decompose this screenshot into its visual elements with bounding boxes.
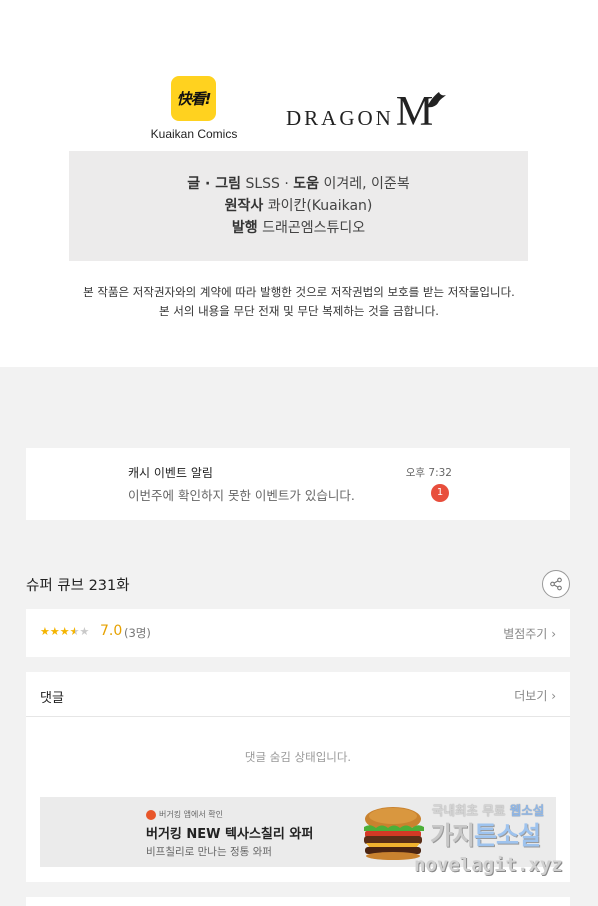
credit-assist-value: 이겨레, 이준복 (323, 176, 410, 192)
credit-writer: 글 · 그림 SLSS · 도움 이겨레, 이준복 (69, 173, 528, 195)
watermark-line-2: 가지튼소설 (430, 816, 541, 852)
comments-more-button[interactable]: 더보기 › (514, 687, 556, 704)
watermark-line-2-highlight: 튼소설 (474, 821, 541, 850)
credit-writer-value: SLSS (245, 176, 280, 192)
rating-score: 7.0 (100, 623, 123, 639)
comments-more-label: 더보기 (514, 689, 548, 703)
star-empty-icon: ★ (79, 625, 90, 638)
next-card (26, 897, 570, 906)
credit-writer-label: 글 · 그림 (187, 176, 242, 192)
credit-publisher: 발행 드래곤엠스튜디오 (69, 217, 528, 239)
chevron-right-icon: › (551, 689, 556, 703)
ad-source-label: 버거킹 앱에서 확인 (159, 810, 223, 819)
credit-publisher-label: 발행 (231, 220, 258, 236)
credit-original: 원작사 콰이칸(Kuaikan) (69, 195, 528, 217)
dragon-silhouette-icon (427, 92, 447, 108)
share-button[interactable] (542, 570, 570, 598)
credit-original-value: 콰이칸(Kuaikan) (267, 198, 373, 214)
notification-message: 이번주에 확인하지 못한 이벤트가 있습니다. (128, 488, 355, 503)
credits-section: 快看! Kuaikan Comics DRAGON M 글 · 그림 SLSS … (0, 0, 598, 367)
credit-assist-label: 도움 (293, 176, 320, 192)
credit-box: 글 · 그림 SLSS · 도움 이겨레, 이준복 원작사 콰이칸(Kuaika… (69, 151, 528, 261)
comments-hidden-message: 댓글 숨김 상태입니다. (244, 750, 352, 764)
rating-count: (3명) (124, 626, 151, 640)
episode-title: 슈퍼 큐브 231화 (26, 578, 130, 594)
ad-source: 버거킹 앱에서 확인 (146, 809, 223, 820)
dragon-logo-m: M (396, 91, 447, 133)
kuaikan-name: Kuaikan Comics (150, 127, 238, 141)
ad-title: 버거킹 NEW 텍사스칠리 와퍼 (146, 827, 314, 842)
star-full-icon: ★ (59, 625, 70, 638)
watermark-line-2-prefix: 가지 (430, 821, 475, 850)
credit-original-label: 원작사 (224, 198, 264, 214)
kuaikan-logo: 快看! (171, 76, 216, 121)
star-half-icon: ★ (69, 625, 80, 638)
notification-badge: 1 (431, 484, 449, 502)
credit-separator: · (279, 176, 294, 192)
watermark-line-3: novelagit.xyz (414, 854, 563, 876)
comments-title: 댓글 (40, 691, 64, 706)
rate-button-label: 별점주기 (503, 627, 548, 641)
comments-header: 댓글 더보기 › (26, 672, 570, 717)
rate-button[interactable]: 별점주기 › (503, 625, 556, 642)
kuaikan-logo-mark: 快看! (176, 90, 212, 108)
copyright-line-1: 본 작품은 저작권자와의 계약에 따라 발행한 것으로 저작권법의 보호를 받는… (83, 285, 515, 299)
copyright-notice: 본 작품은 저작권자와의 계약에 따라 발행한 것으로 저작권법의 보호를 받는… (0, 283, 598, 321)
notification-title: 캐시 이벤트 알림 (128, 466, 213, 480)
burger-king-logo-icon (146, 809, 156, 820)
credit-publisher-value: 드래곤엠스튜디오 (262, 220, 366, 236)
share-icon (550, 577, 562, 591)
site-watermark: 국내최초 무료 웹소설 가지튼소설 novelagit.xyz (414, 800, 584, 890)
star-full-icon: ★ (49, 625, 60, 638)
cash-event-notification[interactable]: 캐시 이벤트 알림 이번주에 확인하지 못한 이벤트가 있습니다. 오후 7:3… (26, 448, 570, 520)
ad-subtitle: 비프칠리로 만나는 정통 와퍼 (146, 846, 272, 858)
dragon-m-logo: DRAGON M (286, 86, 447, 133)
star-full-icon: ★ (40, 625, 50, 638)
rating-stars: ★ ★ ★ ★ ★ (40, 625, 89, 639)
dragon-logo-word: DRAGON (286, 106, 394, 130)
chevron-right-icon: › (551, 627, 556, 641)
copyright-line-2: 본 서의 내용을 무단 전재 및 무단 복제하는 것을 금합니다. (159, 304, 439, 318)
rating-card: ★ ★ ★ ★ ★ 7.0 (3명) 별점주기 › (26, 609, 570, 657)
notification-time: 오후 7:32 (405, 467, 452, 479)
